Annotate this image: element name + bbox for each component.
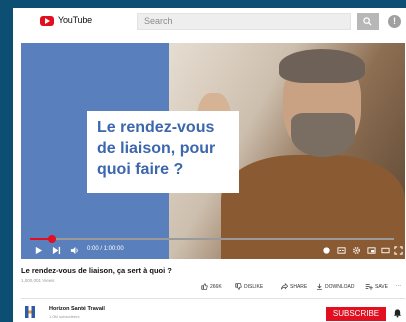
like-count: 266K — [210, 283, 222, 290]
channel-name[interactable]: Horizon Santé Travail — [49, 306, 105, 312]
video-overlay-card: Le rendez-vous de liaison, pour quoi fai… — [87, 111, 239, 193]
search-input[interactable]: Search — [137, 13, 351, 30]
youtube-window: YouTube Search ! Le rendez-vous de liais… — [13, 8, 406, 322]
next-icon[interactable] — [51, 246, 62, 255]
save-label: SAVE — [375, 283, 388, 290]
dislike-button[interactable]: DISLIKE — [235, 283, 263, 290]
video-player[interactable]: Le rendez-vous de liaison, pour quoi fai… — [21, 43, 405, 259]
notification-bell-icon[interactable] — [393, 308, 402, 318]
thumbs-up-icon — [201, 283, 208, 290]
theater-mode-icon[interactable] — [380, 246, 391, 255]
search-button[interactable] — [357, 13, 379, 30]
share-arrow-icon — [281, 282, 289, 290]
like-button[interactable]: 266K — [201, 283, 222, 290]
video-overlay-text: Le rendez-vous de liaison, pour quoi fai… — [97, 119, 216, 178]
subtitles-icon[interactable] — [336, 246, 347, 255]
download-button[interactable]: DOWNLOAD — [316, 283, 354, 290]
download-icon — [317, 283, 322, 290]
thumbs-down-icon — [235, 283, 242, 290]
search-icon — [363, 17, 372, 26]
miniplayer-icon[interactable] — [366, 246, 377, 255]
person-hair — [279, 49, 365, 83]
brand-name[interactable]: YouTube — [58, 15, 92, 25]
video-title: Le rendez-vous de liaison, ça sert à quo… — [21, 266, 172, 275]
download-label: DOWNLOAD — [325, 283, 355, 290]
more-actions-dots: ··· — [396, 283, 401, 289]
progress-bar[interactable] — [30, 235, 394, 243]
subscribe-button[interactable]: SUBSCRIBE — [326, 307, 386, 321]
progress-knob[interactable] — [47, 235, 56, 243]
autoplay-toggle-icon[interactable] — [321, 246, 332, 255]
time-display: 0:00 / 1:00:00 — [87, 246, 124, 252]
view-count: 1,000,001 Views — [21, 278, 55, 283]
person-beard — [291, 113, 355, 157]
share-label: SHARE — [290, 283, 308, 290]
search-placeholder: Search — [144, 16, 173, 26]
subscriber-count: 1.0M subscribers — [49, 314, 80, 319]
more-actions-button[interactable]: ··· — [396, 283, 401, 289]
share-button[interactable]: SHARE — [281, 282, 308, 290]
youtube-logo-icon[interactable] — [40, 16, 54, 26]
play-icon[interactable] — [33, 246, 44, 255]
dislike-label: DISLIKE — [244, 283, 264, 290]
player-controls: 0:00 / 1:00:00 — [21, 233, 405, 259]
add-to-playlist-icon — [365, 284, 373, 290]
fullscreen-icon[interactable] — [393, 246, 404, 255]
save-button[interactable]: SAVE — [365, 283, 388, 290]
channel-logo-icon[interactable] — [25, 306, 35, 318]
volume-icon[interactable] — [69, 246, 80, 255]
divider — [21, 298, 405, 299]
notification-alert-icon[interactable]: ! — [388, 15, 401, 28]
top-bar: YouTube Search ! — [13, 8, 406, 35]
settings-gear-icon[interactable] — [351, 246, 362, 255]
